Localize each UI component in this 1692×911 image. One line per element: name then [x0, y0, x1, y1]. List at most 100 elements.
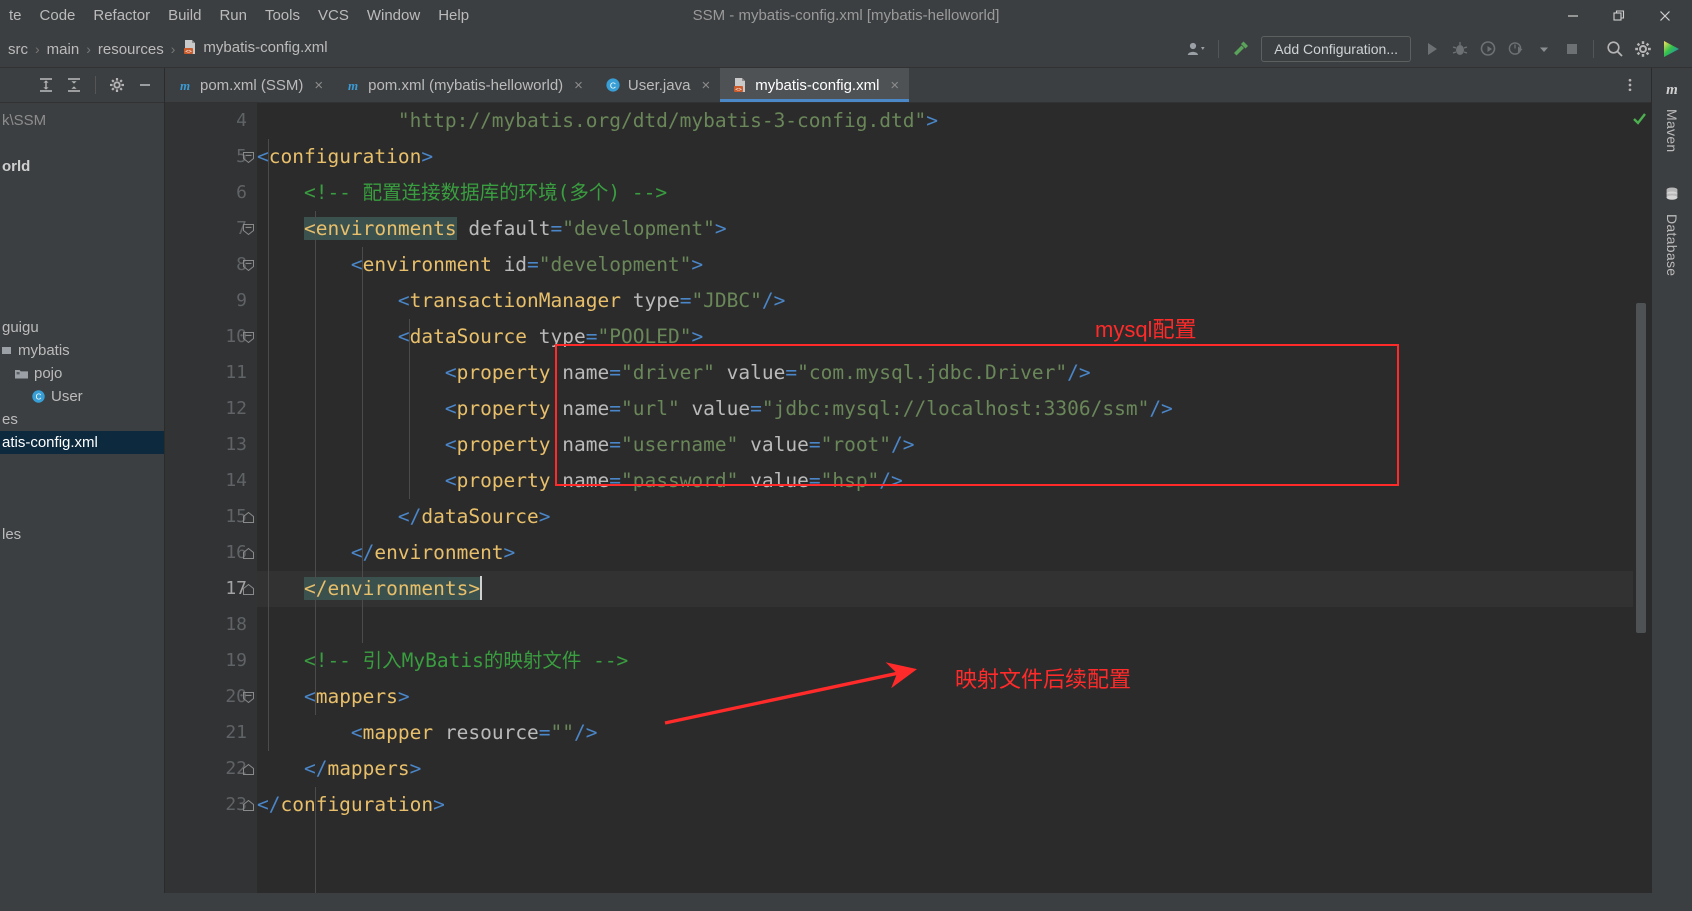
hide-panel-icon[interactable]	[132, 72, 158, 98]
code-line[interactable]: <property name="url" value="jdbc:mysql:/…	[257, 391, 1633, 427]
code-line[interactable]: </mappers>	[257, 751, 1633, 787]
settings-gear-icon[interactable]	[1630, 36, 1656, 62]
code-line[interactable]: <!-- 引入MyBatis的映射文件 -->	[257, 643, 1633, 679]
title-bar: te Code Refactor Build Run Tools VCS Win…	[0, 0, 1692, 31]
tab-pom-xml-ssm[interactable]: m pom.xml (SSM) ×	[165, 68, 333, 102]
code-line[interactable]: </environment>	[257, 535, 1633, 571]
dropdown-arrow-icon[interactable]	[1531, 36, 1557, 62]
close-icon[interactable]: ×	[701, 77, 710, 94]
breadcrumb-file[interactable]: <> mybatis-config.xml	[178, 39, 331, 59]
scrollbar-thumb[interactable]	[1636, 303, 1646, 633]
fold-end-icon[interactable]	[239, 787, 257, 823]
code-line[interactable]: <property name="username" value="root"/>	[257, 427, 1633, 463]
breadcrumb-resources[interactable]: resources	[94, 41, 168, 58]
code-line[interactable]: <environment id="development">	[257, 247, 1633, 283]
close-icon[interactable]: ×	[890, 77, 899, 94]
search-everywhere-icon[interactable]	[1602, 36, 1628, 62]
menu-help[interactable]: Help	[429, 0, 478, 31]
list-item[interactable]: guigu	[0, 316, 164, 339]
list-item[interactable]: es	[0, 408, 164, 431]
fold-end-icon[interactable]	[239, 571, 257, 607]
code-line[interactable]: </dataSource>	[257, 499, 1633, 535]
profiler-icon[interactable]	[1503, 36, 1529, 62]
tab-options-icon[interactable]	[1617, 72, 1643, 98]
code-line[interactable]: </configuration>	[257, 787, 1633, 823]
menu-tools[interactable]: Tools	[256, 0, 309, 31]
tab-mybatis-config-xml[interactable]: <> mybatis-config.xml ×	[720, 68, 910, 102]
editor-gutter[interactable]: 4 5 6 7 8 9 10 11 12 13 14 15 16 17 18 1…	[165, 103, 257, 893]
list-item[interactable]: C User	[0, 385, 164, 408]
tab-pom-xml-mybatis-helloworld[interactable]: m pom.xml (mybatis-helloworld) ×	[333, 68, 593, 102]
code-line[interactable]: <configuration>	[257, 139, 1633, 175]
fold-collapse-icon[interactable]	[239, 319, 257, 355]
maximize-restore-button[interactable]	[1596, 0, 1642, 31]
sidebar-item-database[interactable]: Database	[1663, 179, 1681, 282]
list-item[interactable]: pojo	[0, 362, 164, 385]
user-avatar-dropdown-icon[interactable]	[1184, 36, 1210, 62]
close-button[interactable]	[1642, 0, 1688, 31]
indent-guide	[409, 319, 410, 499]
list-item[interactable]: orld	[0, 155, 164, 178]
add-configuration-button[interactable]: Add Configuration...	[1261, 36, 1411, 62]
code-line[interactable]: <mapper resource=""/>	[257, 715, 1633, 751]
code-line[interactable]: <transactionManager type="JDBC"/>	[257, 283, 1633, 319]
minimize-button[interactable]	[1550, 0, 1596, 31]
code-line[interactable]	[257, 607, 1633, 643]
menu-vcs[interactable]: VCS	[309, 0, 358, 31]
list-item[interactable]: mybatis	[0, 339, 164, 362]
run-toolbar: Add Configuration...	[1184, 36, 1692, 62]
code-token: =	[609, 397, 621, 420]
window-controls	[1550, 0, 1692, 31]
expand-all-icon[interactable]	[33, 72, 59, 98]
stop-icon[interactable]	[1559, 36, 1585, 62]
code-line[interactable]: <!-- 配置连接数据库的环境(多个) -->	[257, 175, 1633, 211]
code-line[interactable]: <property name="password" value="hsp"/>	[257, 463, 1633, 499]
code-lines[interactable]: "http://mybatis.org/dtd/mybatis-3-config…	[257, 103, 1633, 823]
fold-end-icon[interactable]	[239, 751, 257, 787]
build-hammer-icon[interactable]	[1227, 36, 1253, 62]
code-text-area[interactable]: "http://mybatis.org/dtd/mybatis-3-config…	[257, 103, 1633, 893]
debug-icon[interactable]	[1447, 36, 1473, 62]
code-token: >	[926, 109, 938, 132]
list-item[interactable]: k\SSM	[0, 109, 164, 132]
intellij-idea-logo-icon[interactable]	[1658, 36, 1684, 62]
project-settings-gear-icon[interactable]	[104, 72, 130, 98]
fold-collapse-icon[interactable]	[239, 679, 257, 715]
fold-end-icon[interactable]	[239, 499, 257, 535]
menu-code[interactable]: Code	[31, 0, 85, 31]
tab-user-java[interactable]: C User.java ×	[593, 68, 720, 102]
fold-collapse-icon[interactable]	[239, 247, 257, 283]
menu-refactor[interactable]: Refactor	[84, 0, 159, 31]
menu-navigate-clipped[interactable]: te	[0, 0, 31, 31]
list-item-selected-mybatis-config[interactable]: atis-config.xml	[0, 431, 164, 454]
code-line[interactable]: <environments default="development">	[257, 211, 1633, 247]
collapse-all-icon[interactable]	[61, 72, 87, 98]
run-with-coverage-icon[interactable]	[1475, 36, 1501, 62]
run-icon[interactable]	[1419, 36, 1445, 62]
project-tree[interactable]: k\SSM orld guigu mybatis pojo C User es …	[0, 103, 164, 546]
code-line[interactable]: <property name="driver" value="com.mysql…	[257, 355, 1633, 391]
tree-gap	[0, 270, 164, 293]
menu-window[interactable]: Window	[358, 0, 429, 31]
fold-marker-column[interactable]	[239, 103, 257, 823]
close-icon[interactable]: ×	[314, 77, 323, 94]
menu-build[interactable]: Build	[159, 0, 210, 31]
fold-end-icon[interactable]	[239, 535, 257, 571]
code-line[interactable]: </environments>	[257, 571, 1633, 607]
code-editor[interactable]: 4 5 6 7 8 9 10 11 12 13 14 15 16 17 18 1…	[165, 103, 1651, 893]
code-token: >	[503, 541, 516, 564]
fold-collapse-icon[interactable]	[239, 211, 257, 247]
close-icon[interactable]: ×	[574, 77, 583, 94]
fold-collapse-icon[interactable]	[239, 139, 257, 175]
code-line[interactable]: <dataSource type="POOLED">	[257, 319, 1633, 355]
editor-scrollbar[interactable]	[1633, 103, 1651, 893]
sidebar-item-maven[interactable]: m Maven	[1663, 74, 1681, 159]
breadcrumb-src[interactable]: src	[4, 41, 32, 58]
list-item[interactable]: les	[0, 523, 164, 546]
code-line[interactable]: "http://mybatis.org/dtd/mybatis-3-config…	[257, 103, 1633, 139]
menu-run[interactable]: Run	[210, 0, 256, 31]
code-line[interactable]: <mappers>	[257, 679, 1633, 715]
inspection-ok-checkmark[interactable]	[1632, 111, 1647, 131]
breadcrumb-main[interactable]: main	[43, 41, 84, 58]
